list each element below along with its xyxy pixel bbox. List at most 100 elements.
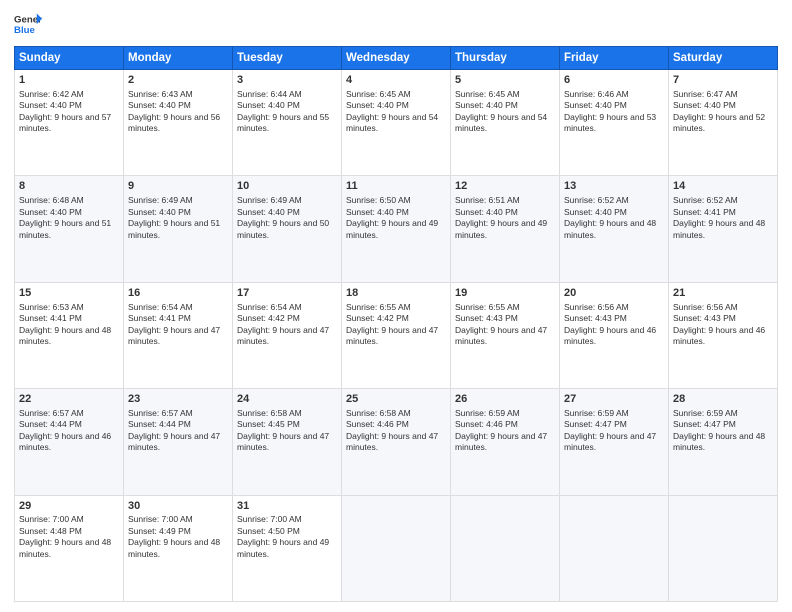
sunset-text: Sunset: 4:41 PM [19,313,82,323]
daylight-text: Daylight: 9 hours and 46 minutes. [673,325,765,346]
sunrise-text: Sunrise: 6:56 AM [673,302,738,312]
calendar-cell: 13Sunrise: 6:52 AMSunset: 4:40 PMDayligh… [560,176,669,282]
daylight-text: Daylight: 9 hours and 47 minutes. [237,431,329,452]
daylight-text: Daylight: 9 hours and 57 minutes. [19,112,111,133]
day-number: 21 [673,286,773,301]
day-number: 12 [455,179,555,194]
daylight-text: Daylight: 9 hours and 48 minutes. [673,218,765,239]
logo: General Blue [14,10,42,38]
calendar-cell: 21Sunrise: 6:56 AMSunset: 4:43 PM Dayligh… [669,282,778,388]
sunset-text: Sunset: 4:43 PM [673,313,736,323]
sunset-text: Sunset: 4:43 PM [564,313,627,323]
calendar-cell: 24Sunrise: 6:58 AMSunset: 4:45 PMDayligh… [233,389,342,495]
sunrise-text: Sunrise: 6:42 AM [19,89,84,99]
daylight-text: Daylight: 9 hours and 48 minutes. [564,218,656,239]
daylight-text: Daylight: 9 hours and 49 minutes. [237,537,329,558]
day-number: 30 [128,499,228,514]
daylight-text: Daylight: 9 hours and 51 minutes. [19,218,111,239]
logo-icon: General Blue [14,10,42,38]
sunrise-text: Sunrise: 6:45 AM [346,89,411,99]
day-number: 28 [673,392,773,407]
sunset-text: Sunset: 4:42 PM [346,313,409,323]
day-number: 5 [455,73,555,88]
daylight-text: Daylight: 9 hours and 51 minutes. [128,218,220,239]
day-number: 16 [128,286,228,301]
day-number: 6 [564,73,664,88]
calendar-cell: 4Sunrise: 6:45 AMSunset: 4:40 PMDaylight… [342,70,451,176]
sunset-text: Sunset: 4:40 PM [673,100,736,110]
calendar-cell: 12Sunrise: 6:51 AMSunset: 4:40 PMDayligh… [451,176,560,282]
day-number: 15 [19,286,119,301]
sunrise-text: Sunrise: 6:48 AM [19,195,84,205]
daylight-text: Daylight: 9 hours and 46 minutes. [19,431,111,452]
daylight-text: Daylight: 9 hours and 47 minutes. [455,325,547,346]
day-number: 25 [346,392,446,407]
sunset-text: Sunset: 4:41 PM [673,207,736,217]
calendar-cell: 31Sunrise: 7:00 AMSunset: 4:50 PMDayligh… [233,495,342,601]
calendar-cell: 2Sunrise: 6:43 AMSunset: 4:40 PMDaylight… [124,70,233,176]
sunset-text: Sunset: 4:40 PM [237,100,300,110]
day-number: 2 [128,73,228,88]
day-number: 24 [237,392,337,407]
calendar-cell: 10Sunrise: 6:49 AMSunset: 4:40 PMDayligh… [233,176,342,282]
calendar-week-row: 29Sunrise: 7:00 AMSunset: 4:48 PMDayligh… [15,495,778,601]
daylight-text: Daylight: 9 hours and 47 minutes. [128,325,220,346]
day-number: 11 [346,179,446,194]
sunrise-text: Sunrise: 6:54 AM [128,302,193,312]
daylight-text: Daylight: 9 hours and 48 minutes. [19,537,111,558]
daylight-text: Daylight: 9 hours and 47 minutes. [237,325,329,346]
daylight-text: Daylight: 9 hours and 49 minutes. [455,218,547,239]
daylight-text: Daylight: 9 hours and 48 minutes. [673,431,765,452]
calendar-week-row: 1Sunrise: 6:42 AMSunset: 4:40 PMDaylight… [15,70,778,176]
calendar-cell: 30Sunrise: 7:00 AMSunset: 4:49 PMDayligh… [124,495,233,601]
calendar-cell: 9Sunrise: 6:49 AMSunset: 4:40 PMDaylight… [124,176,233,282]
calendar-cell: 14Sunrise: 6:52 AM Sunset: 4:41 PMDayligh… [669,176,778,282]
calendar-week-row: 15Sunrise: 6:53 AMSunset: 4:41 PMDayligh… [15,282,778,388]
day-number: 14 [673,179,773,194]
daylight-text: Daylight: 9 hours and 47 minutes. [128,431,220,452]
sunset-text: Sunset: 4:40 PM [19,207,82,217]
day-number: 13 [564,179,664,194]
day-number: 19 [455,286,555,301]
header: General Blue [14,10,778,38]
svg-text:Blue: Blue [14,25,35,36]
sunset-text: Sunset: 4:49 PM [128,526,191,536]
day-number: 26 [455,392,555,407]
daylight-text: Daylight: 9 hours and 50 minutes. [237,218,329,239]
day-number: 17 [237,286,337,301]
sunset-text: Sunset: 4:43 PM [455,313,518,323]
calendar-cell [451,495,560,601]
weekday-header: Saturday [669,47,778,70]
calendar-cell [669,495,778,601]
sunset-text: Sunset: 4:40 PM [19,100,82,110]
calendar-cell [560,495,669,601]
calendar-cell: 17Sunrise: 6:54 AMSunset: 4:42 PMDayligh… [233,282,342,388]
day-number: 7 [673,73,773,88]
weekday-header: Friday [560,47,669,70]
sunset-text: Sunset: 4:42 PM [237,313,300,323]
sunset-text: Sunset: 4:40 PM [564,100,627,110]
daylight-text: Daylight: 9 hours and 47 minutes. [455,431,547,452]
sunset-text: Sunset: 4:44 PM [19,419,82,429]
sunrise-text: Sunrise: 6:58 AM [346,408,411,418]
calendar-cell: 15Sunrise: 6:53 AMSunset: 4:41 PMDayligh… [15,282,124,388]
calendar-table: SundayMondayTuesdayWednesdayThursdayFrid… [14,46,778,602]
weekday-header: Wednesday [342,47,451,70]
sunset-text: Sunset: 4:47 PM [673,419,736,429]
sunset-text: Sunset: 4:41 PM [128,313,191,323]
sunset-text: Sunset: 4:40 PM [128,207,191,217]
sunset-text: Sunset: 4:44 PM [128,419,191,429]
sunrise-text: Sunrise: 6:55 AM [346,302,411,312]
calendar-cell: 20Sunrise: 6:56 AMSunset: 4:43 PMDayligh… [560,282,669,388]
sunset-text: Sunset: 4:40 PM [237,207,300,217]
sunrise-text: Sunrise: 6:58 AM [237,408,302,418]
daylight-text: Daylight: 9 hours and 53 minutes. [564,112,656,133]
sunrise-text: Sunrise: 6:49 AM [128,195,193,205]
sunrise-text: Sunrise: 6:52 AM [673,195,738,205]
page: General Blue SundayMondayTuesdayWednesda… [0,0,792,612]
sunset-text: Sunset: 4:46 PM [346,419,409,429]
day-number: 3 [237,73,337,88]
day-number: 4 [346,73,446,88]
calendar-header-row: SundayMondayTuesdayWednesdayThursdayFrid… [15,47,778,70]
calendar-cell: 11Sunrise: 6:50 AMSunset: 4:40 PMDayligh… [342,176,451,282]
